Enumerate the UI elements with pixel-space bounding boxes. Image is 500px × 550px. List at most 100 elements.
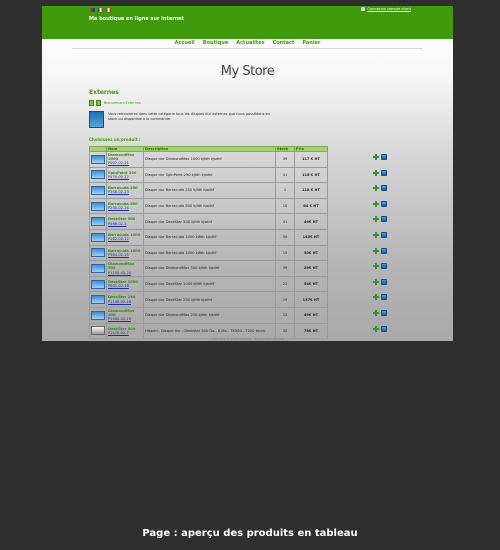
product-name-cell[interactable]: DiamondMax 1000 P007-02-21 (106, 151, 144, 168)
view-details-icon[interactable] (381, 263, 387, 270)
product-name[interactable]: DiamondMax 250 (108, 309, 142, 317)
product-name[interactable]: DiamondMax 1000 (108, 153, 142, 161)
product-ref-link[interactable]: P364-02-25 (108, 253, 142, 257)
view-details-icon[interactable] (381, 247, 387, 254)
view-details-icon[interactable] (381, 216, 387, 223)
view-details-icon[interactable] (381, 169, 387, 176)
english-flag-icon[interactable] (90, 8, 95, 12)
product-thumb-cell[interactable] (89, 166, 107, 184)
table-row[interactable]: Barracuda 250 P348-02-23 Disque dur Barrac… (89, 182, 328, 199)
add-to-cart-icon[interactable] (373, 325, 379, 332)
product-ref-link[interactable]: P348-02-23 (108, 190, 142, 194)
product-name-cell[interactable]: Barracuda 500 P230-02-24 (106, 197, 144, 215)
breadcrumb-text[interactable]: Bienvenue>Externes (104, 101, 141, 105)
product-thumb-cell[interactable] (89, 213, 107, 230)
nav-boutique[interactable]: Boutique (203, 40, 228, 46)
add-to-cart-icon[interactable] (373, 310, 379, 316)
add-to-cart-icon[interactable] (373, 200, 379, 207)
view-details-icon[interactable] (381, 200, 387, 207)
view-details-icon[interactable] (381, 232, 387, 238)
product-thumbnail[interactable] (91, 279, 105, 289)
product-thumb-cell[interactable] (89, 151, 107, 168)
view-details-icon[interactable] (381, 325, 387, 332)
product-ref-link[interactable]: P007-02-21 (108, 161, 142, 165)
add-to-cart-icon[interactable] (373, 294, 379, 301)
product-ref-link[interactable]: P466-02-2 (108, 222, 142, 226)
product-name-cell[interactable]: Barracuda 250 P348-02-23 (106, 182, 144, 199)
product-name-cell[interactable]: DeskStar 250 P1140-02-16 (106, 291, 144, 308)
view-details-icon[interactable] (381, 294, 387, 301)
product-thumb-cell[interactable] (89, 275, 107, 293)
product-thumbnail[interactable] (91, 201, 105, 211)
table-row[interactable]: Barracuda 1000 P182-02-12 Disque dur Barra… (89, 228, 328, 246)
add-to-cart-icon[interactable] (373, 169, 379, 176)
add-to-cart-icon[interactable] (373, 232, 379, 238)
folder-icon[interactable] (89, 100, 94, 106)
product-thumb-cell[interactable] (89, 244, 107, 262)
table-row[interactable]: DeskStar 250 P1140-02-16 Disque dur DeskSt… (89, 291, 328, 308)
table-row[interactable]: Barracuda 500 P230-02-24 Disque dur Barrac… (89, 197, 328, 215)
product-ref-link[interactable]: P1185-02-20 (108, 271, 142, 275)
product-name-cell[interactable]: Barracuda 1000 P182-02-12 (106, 228, 144, 246)
table-row[interactable]: DeskStar 500 P466-02-2 Disque dur DeskStar… (89, 213, 328, 230)
product-thumbnail[interactable] (91, 185, 105, 195)
italian-flag-icon[interactable] (106, 8, 111, 12)
product-thumbnail[interactable] (91, 310, 105, 320)
product-name-cell[interactable]: DeskStar 1000 P801-02-18 (106, 275, 144, 293)
product-thumbnail[interactable] (91, 248, 105, 258)
product-thumbnail[interactable] (91, 295, 105, 305)
product-ref-link[interactable]: P182-02-12 (108, 237, 142, 241)
product-ref-link[interactable]: P801-02-18 (108, 284, 142, 288)
product-thumbnail[interactable] (91, 326, 105, 336)
table-row[interactable]: Barracuda 1000 P364-02-25 Disque dur Barra… (89, 244, 328, 262)
nav-actualites[interactable]: Actualités (236, 40, 264, 46)
view-details-icon[interactable] (381, 278, 387, 285)
product-price: 64 € HT (294, 197, 328, 215)
product-thumb-cell[interactable] (89, 197, 107, 215)
nav-accueil[interactable]: Accueil (175, 40, 195, 46)
add-to-cart-icon[interactable] (373, 216, 379, 223)
view-details-icon[interactable] (381, 154, 387, 160)
product-price: 49€ HT (294, 306, 328, 324)
table-row[interactable]: DeskStar 1000 P801-02-18 Disque dur DeskSt… (89, 275, 328, 293)
add-to-cart-icon[interactable] (373, 185, 379, 192)
product-thumb-cell[interactable] (89, 182, 107, 199)
product-thumb-cell[interactable] (89, 228, 107, 246)
table-row[interactable]: SpinPoint 250 P470-02-22 Disque dur SpinPo… (89, 166, 328, 184)
product-thumbnail[interactable] (91, 170, 105, 180)
product-name-cell[interactable]: Barracuda 1000 P364-02-25 (106, 244, 144, 262)
row-actions (373, 325, 387, 332)
add-to-cart-icon[interactable] (373, 263, 379, 270)
add-to-cart-icon[interactable] (373, 278, 379, 285)
product-name-cell[interactable]: DiamondMax 500 P1185-02-20 (106, 260, 144, 277)
table-row[interactable]: DiamondMax 1000 P007-02-21 Disque dur Diam… (89, 151, 328, 168)
add-to-cart-icon[interactable] (373, 247, 379, 254)
table-row[interactable]: DiamondMax 500 P1185-02-20 Disque dur Diam… (89, 260, 328, 277)
product-ref-link[interactable]: P1480-02-19 (108, 317, 142, 321)
product-ref-link[interactable]: P230-02-24 (108, 206, 142, 210)
product-name[interactable]: DiamondMax 500 (108, 262, 142, 270)
product-thumbnail[interactable] (91, 232, 105, 242)
view-details-icon[interactable] (381, 310, 387, 316)
product-thumb-cell[interactable] (89, 260, 107, 277)
product-name-cell[interactable]: SpinPoint 250 P470-02-22 (106, 166, 144, 184)
nav-panier[interactable]: Panier (302, 40, 320, 46)
product-ref-link[interactable]: P470-02-22 (108, 175, 142, 179)
product-name-cell[interactable]: DeskStar 500 P466-02-2 (106, 213, 144, 230)
product-thumb-cell[interactable] (89, 291, 107, 308)
table-row[interactable]: DiamondMax 250 P1480-02-19 Disque dur Diam… (89, 306, 328, 324)
product-ref-link[interactable]: P1140-02-16 (108, 300, 142, 304)
view-details-icon[interactable] (381, 185, 387, 192)
folder-open-icon[interactable] (96, 100, 101, 106)
login-link[interactable]: Connexion compte client (361, 7, 411, 11)
product-ref-link[interactable]: P1470-02-7 (108, 331, 142, 335)
product-name-cell[interactable]: DiamondMax 250 P1480-02-19 (106, 306, 144, 324)
add-to-cart-icon[interactable] (373, 154, 379, 160)
product-thumbnail[interactable] (91, 217, 105, 227)
product-thumbnail[interactable] (91, 263, 105, 273)
french-flag-icon[interactable] (98, 8, 103, 12)
product-thumb-cell[interactable] (89, 306, 107, 324)
product-thumbnail[interactable] (91, 154, 105, 164)
login-link-label[interactable]: Connexion compte client (367, 7, 411, 11)
nav-contact[interactable]: Contact (273, 40, 295, 46)
